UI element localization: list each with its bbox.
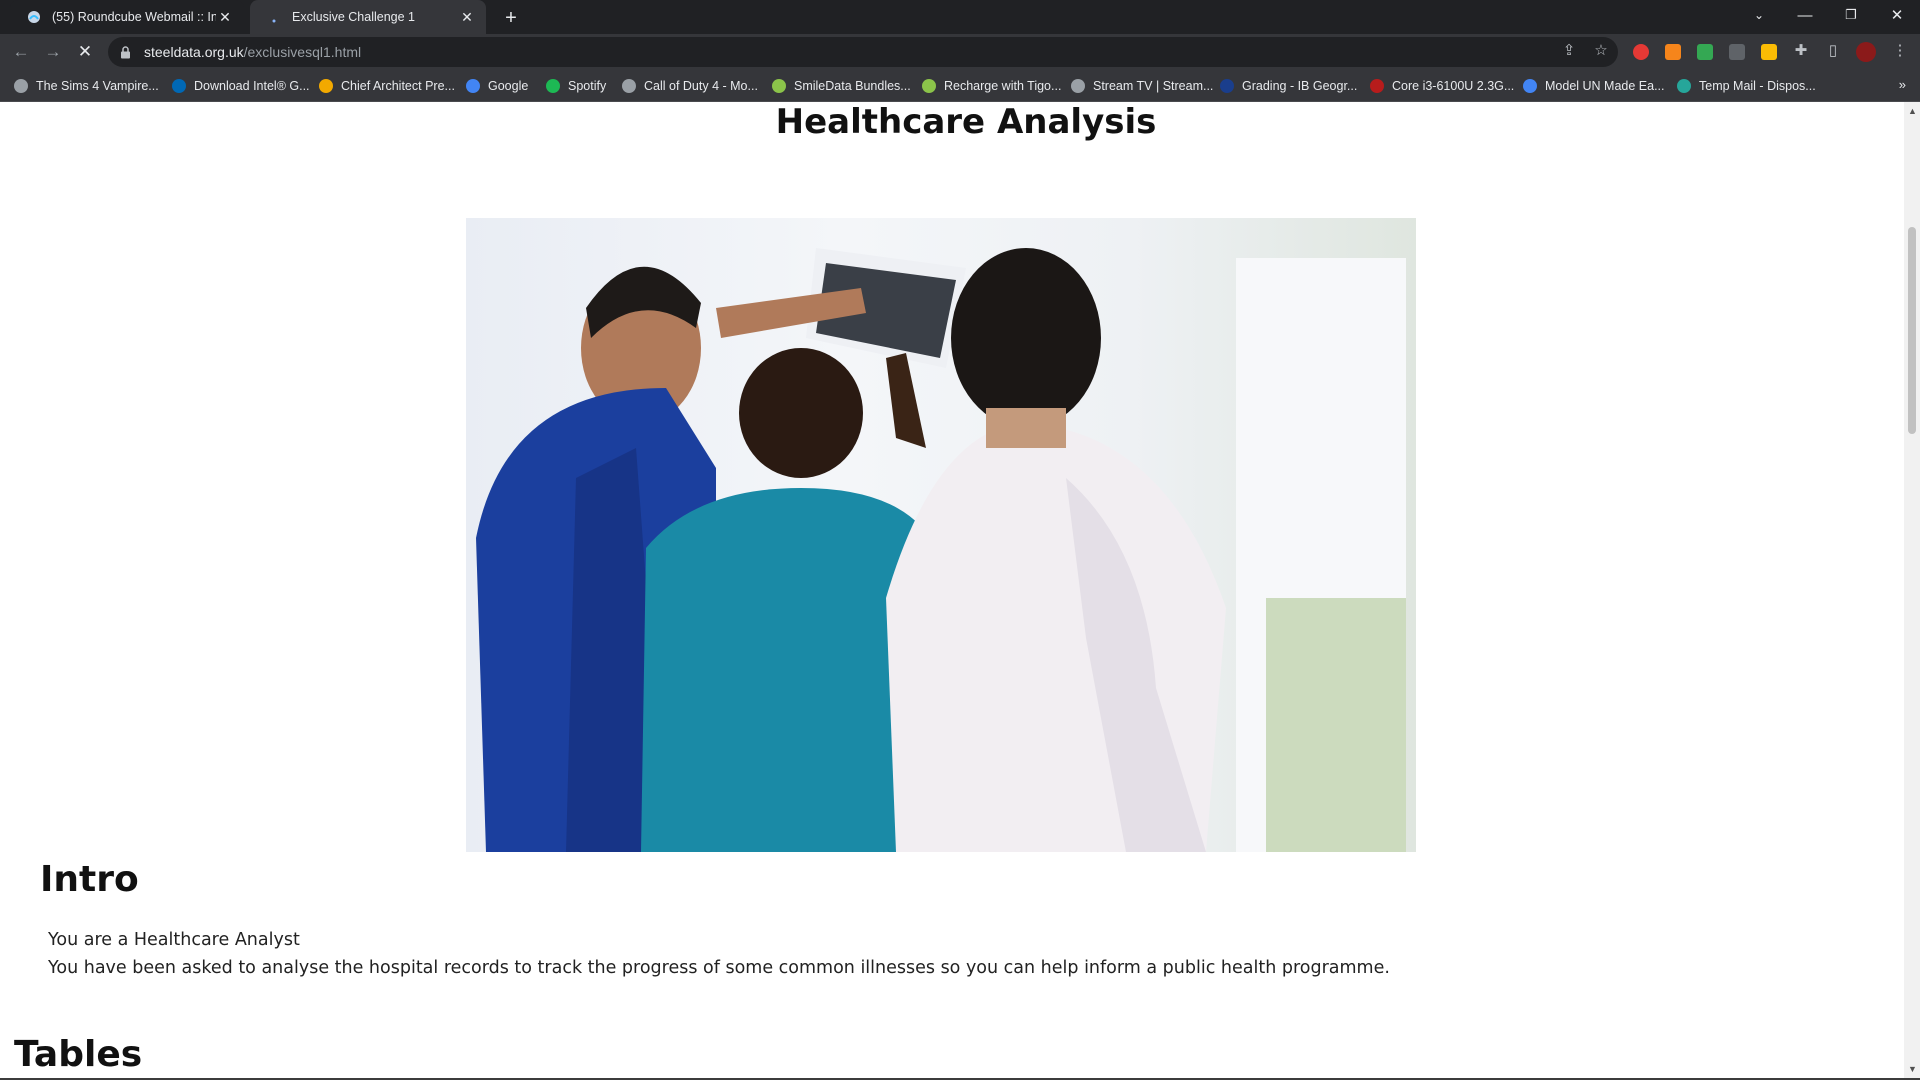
extensions-puzzle-icon[interactable]: ✚ (1789, 38, 1813, 62)
bookmark-label: Temp Mail - Dispos... (1699, 79, 1816, 93)
minimize-button[interactable]: — (1782, 0, 1828, 30)
page-viewport: Healthcare Analysis Intro You are a Heal… (0, 102, 1904, 1078)
scroll-down-icon[interactable]: ▼ (1908, 1064, 1917, 1074)
close-window-button[interactable]: ✕ (1874, 0, 1920, 30)
intro-paragraph: You have been asked to analyse the hospi… (48, 958, 1390, 978)
bookmarks-bar: The Sims 4 Vampire... Download Intel® G..… (0, 70, 1920, 102)
stream-tv-icon (1071, 79, 1085, 93)
bookmark-item[interactable]: Spotify (546, 77, 606, 95)
scrollbar-thumb[interactable] (1908, 227, 1916, 434)
hero-image (466, 218, 1416, 852)
cod-icon (622, 79, 636, 93)
intel-icon (172, 79, 186, 93)
scroll-up-icon[interactable]: ▲ (1908, 106, 1917, 116)
new-tab-button[interactable]: + (498, 5, 524, 31)
tab-exclusive-challenge[interactable]: Exclusive Challenge 1 ✕ (250, 0, 486, 34)
bookmark-label: Stream TV | Stream... (1093, 79, 1214, 93)
intro-heading: Intro (40, 859, 139, 900)
metamask-icon[interactable] (1665, 44, 1681, 60)
smiledata-icon (772, 79, 786, 93)
google-icon (466, 79, 480, 93)
tab-title: Exclusive Challenge 1 (292, 10, 415, 24)
bookmark-label: Google (488, 79, 529, 93)
tab-title: (55) Roundcube Webmail :: Inbox (52, 10, 216, 24)
bookmark-item[interactable]: The Sims 4 Vampire... (14, 77, 159, 95)
tab-roundcube[interactable]: (55) Roundcube Webmail :: Inbox ✕ (10, 0, 244, 34)
extension-icon[interactable] (1697, 44, 1713, 60)
roundcube-icon (26, 9, 42, 25)
bookmark-label: The Sims 4 Vampire... (36, 79, 159, 93)
tigo-icon (922, 79, 936, 93)
bookmark-item[interactable]: Google (466, 77, 528, 95)
url-path: /exclusivesql1.html (243, 44, 362, 60)
extension-icon[interactable] (1729, 44, 1745, 60)
sims-icon (14, 79, 28, 93)
bookmark-item[interactable]: Chief Architect Pre... (319, 77, 455, 95)
restore-button[interactable]: ❐ (1828, 0, 1874, 30)
bookmark-item[interactable]: Core i3-6100U 2.3G... (1370, 77, 1514, 95)
side-panel-icon[interactable]: ▯ (1821, 38, 1845, 62)
cpu-icon (1370, 79, 1384, 93)
bookmark-label: Recharge with Tigo... (944, 79, 1062, 93)
address-bar[interactable]: steeldata.org.uk/exclusivesql1.html (108, 37, 1618, 67)
bookmark-label: Core i3-6100U 2.3G... (1392, 79, 1515, 93)
extension-icon[interactable] (1633, 44, 1649, 60)
close-icon[interactable]: ✕ (458, 8, 476, 26)
bookmark-label: Chief Architect Pre... (341, 79, 455, 93)
bookmarks-overflow-icon[interactable]: » (1899, 77, 1906, 92)
bookmark-star-icon[interactable]: ☆ (1589, 38, 1613, 62)
bookmark-item[interactable]: Recharge with Tigo... (922, 77, 1061, 95)
bookmark-label: Model UN Made Ea... (1545, 79, 1665, 93)
bookmark-label: Download Intel® G... (194, 79, 310, 93)
loading-icon (266, 9, 282, 25)
google-icon (1523, 79, 1537, 93)
bookmark-item[interactable]: Temp Mail - Dispos... (1677, 77, 1816, 95)
doctors-illustration (476, 248, 1406, 852)
vertical-scrollbar[interactable]: ▲ ▼ (1904, 102, 1920, 1078)
close-icon[interactable]: ✕ (216, 8, 234, 26)
spotify-icon (546, 79, 560, 93)
bookmark-item[interactable]: SmileData Bundles... (772, 77, 911, 95)
forward-button[interactable]: → (39, 38, 67, 66)
profile-avatar[interactable] (1856, 42, 1876, 62)
bookmark-item[interactable]: Download Intel® G... (172, 77, 310, 95)
tab-search-icon[interactable]: ⌄ (1736, 0, 1782, 30)
tables-heading: Tables (14, 1034, 143, 1075)
page-title: Healthcare Analysis (775, 102, 1157, 142)
ib-icon (1220, 79, 1234, 93)
menu-icon[interactable]: ⋮ (1888, 38, 1912, 62)
chief-architect-icon (319, 79, 333, 93)
bookmark-label: Grading - IB Geogr... (1242, 79, 1358, 93)
intro-paragraph: You are a Healthcare Analyst (48, 930, 300, 950)
extension-icon[interactable] (1761, 44, 1777, 60)
url-host: steeldata.org.uk (144, 44, 244, 60)
share-icon[interactable]: ⇪ (1557, 38, 1581, 62)
bookmark-item[interactable]: Model UN Made Ea... (1523, 77, 1665, 95)
stop-loading-button[interactable]: ✕ (71, 38, 99, 66)
back-button[interactable]: ← (7, 38, 35, 66)
lock-icon (120, 45, 134, 59)
bookmark-label: Spotify (568, 79, 607, 93)
bookmark-item[interactable]: Grading - IB Geogr... (1220, 77, 1357, 95)
tab-strip: (55) Roundcube Webmail :: Inbox ✕ Exclus… (0, 0, 1920, 34)
browser-toolbar: ← → ✕ steeldata.org.uk/exclusivesql1.htm… (0, 34, 1920, 70)
bookmark-label: Call of Duty 4 - Mo... (644, 79, 758, 93)
bookmark-item[interactable]: Stream TV | Stream... (1071, 77, 1213, 95)
bookmark-item[interactable]: Call of Duty 4 - Mo... (622, 77, 758, 95)
temp-mail-icon (1677, 79, 1691, 93)
bookmark-label: SmileData Bundles... (794, 79, 911, 93)
